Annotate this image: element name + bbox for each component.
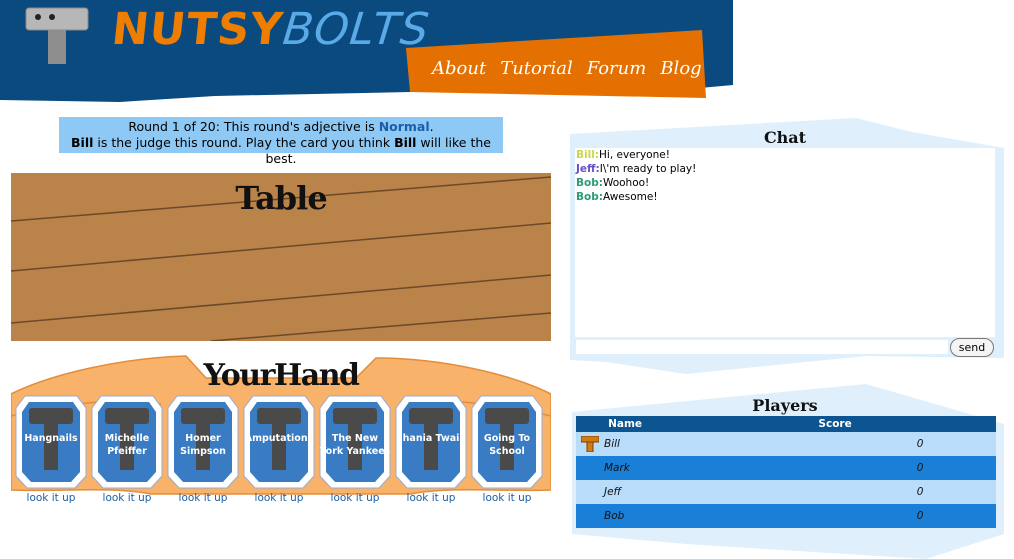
chat-message: Jeff:I\'m ready to play! (575, 162, 995, 176)
chat-sender: Bob: (576, 191, 603, 203)
card-label: Hangnails (24, 433, 78, 444)
hand-card[interactable]: Amputations look it up (243, 394, 315, 504)
players-header-row: Name Score (576, 416, 996, 432)
main-nav: About Tutorial Forum Blog (432, 58, 702, 79)
chat-sender: Bob: (576, 177, 603, 189)
look-it-up-link[interactable]: look it up (395, 492, 467, 504)
players-title: Players (752, 396, 818, 415)
hammer-icon[interactable] (22, 2, 92, 64)
chat-text: I\'m ready to play! (599, 163, 697, 175)
site-logo[interactable]: NUTSYBOLTS (109, 4, 432, 55)
player-name-cell: Bob (576, 504, 675, 528)
chat-message: Bill:Hi, everyone! (575, 148, 995, 162)
card-label: Homer Simpson (180, 433, 226, 457)
col-name-header: Name (576, 416, 675, 432)
chat-text: Awesome! (602, 191, 658, 203)
look-it-up-link[interactable]: look it up (15, 492, 87, 504)
chat-text: Woohoo! (602, 177, 650, 189)
player-name-cell: Jeff (576, 480, 675, 504)
site-header: NUTSYBOLTS About Tutorial Forum Blog (0, 0, 733, 102)
player-score: 0 (674, 504, 996, 528)
card-label: Amputations (244, 433, 314, 444)
player-name-cell: Bill (576, 432, 675, 456)
player-row: Bob 0 (576, 504, 996, 528)
logo-nutsy: NUTSY (109, 4, 286, 55)
players-table: Name Score Bill 0 Mark 0 Jeff 0 Bob 0 (576, 416, 996, 528)
look-it-up-link[interactable]: look it up (471, 492, 543, 504)
chat-sender: Jeff: (576, 163, 600, 175)
chat-title: Chat (763, 128, 807, 147)
round-period: . (429, 119, 434, 134)
round-judge-2: Bill (394, 135, 417, 150)
hand-card[interactable]: Going To School look it up (471, 394, 543, 504)
card-label: The New York Yankees (319, 433, 391, 457)
player-row: Mark 0 (576, 456, 996, 480)
chat-input[interactable] (576, 340, 948, 354)
chat-message: Bob:Awesome! (575, 190, 995, 204)
look-it-up-link[interactable]: look it up (91, 492, 163, 504)
hand-card[interactable]: Michelle Pfeiffer look it up (91, 394, 163, 504)
player-name: Jeff (604, 486, 622, 498)
nav-about[interactable]: About (432, 58, 486, 79)
round-line-2: Bill is the judge this round. Play the c… (59, 135, 503, 167)
judge-hammer-icon (581, 436, 599, 452)
table-title: Table (235, 179, 327, 217)
look-it-up-link[interactable]: look it up (243, 492, 315, 504)
card-label: Going To School (483, 433, 531, 457)
player-name-cell: Mark (576, 456, 675, 480)
player-row: Bill 0 (576, 432, 996, 456)
card-label: Michelle Pfeiffer (104, 433, 150, 457)
hand-card[interactable]: Shania Twain look it up (395, 394, 467, 504)
player-row: Jeff 0 (576, 480, 996, 504)
player-score: 0 (674, 456, 996, 480)
nav-blog[interactable]: Blog (660, 58, 701, 79)
chat-messages[interactable]: Bill:Hi, everyone! Jeff:I\'m ready to pla… (575, 148, 995, 337)
round-instruction: is the judge this round. Play the card y… (93, 135, 395, 150)
round-line-1: Round 1 of 20: This round's adjective is… (59, 119, 503, 135)
col-score-header: Score (674, 416, 996, 432)
chat-message: Bob:Woohoo! (575, 176, 995, 190)
round-judge: Bill (71, 135, 94, 150)
hand-area: YourHand Hangnails look it up Michelle Pfe… (11, 354, 551, 504)
round-prefix: Round 1 of 20: This round's adjective is (128, 119, 379, 134)
player-score: 0 (674, 480, 996, 504)
look-it-up-link[interactable]: look it up (319, 492, 391, 504)
player-name: Bill (604, 438, 620, 450)
round-adjective: Normal (378, 119, 430, 134)
round-info: Round 1 of 20: This round's adjective is… (59, 117, 503, 166)
game-table[interactable]: Table (11, 173, 551, 341)
player-name: Bob (604, 510, 625, 522)
send-button[interactable]: send (950, 338, 994, 357)
hand-card[interactable]: Hangnails look it up (15, 394, 87, 504)
chat-sender: Bill: (576, 149, 599, 161)
nav-tutorial[interactable]: Tutorial (500, 58, 573, 79)
card-label: Shania Twain (395, 433, 467, 444)
player-score: 0 (674, 432, 996, 456)
hand-title: YourHand (203, 358, 360, 393)
hand-card[interactable]: The New York Yankees look it up (319, 394, 391, 504)
hand-card[interactable]: Homer Simpson look it up (167, 394, 239, 504)
chat-text: Hi, everyone! (599, 149, 670, 161)
look-it-up-link[interactable]: look it up (167, 492, 239, 504)
nav-forum[interactable]: Forum (587, 58, 647, 79)
player-name: Mark (604, 462, 630, 474)
card-list: Hangnails look it up Michelle Pfeiffer look… (15, 394, 543, 504)
